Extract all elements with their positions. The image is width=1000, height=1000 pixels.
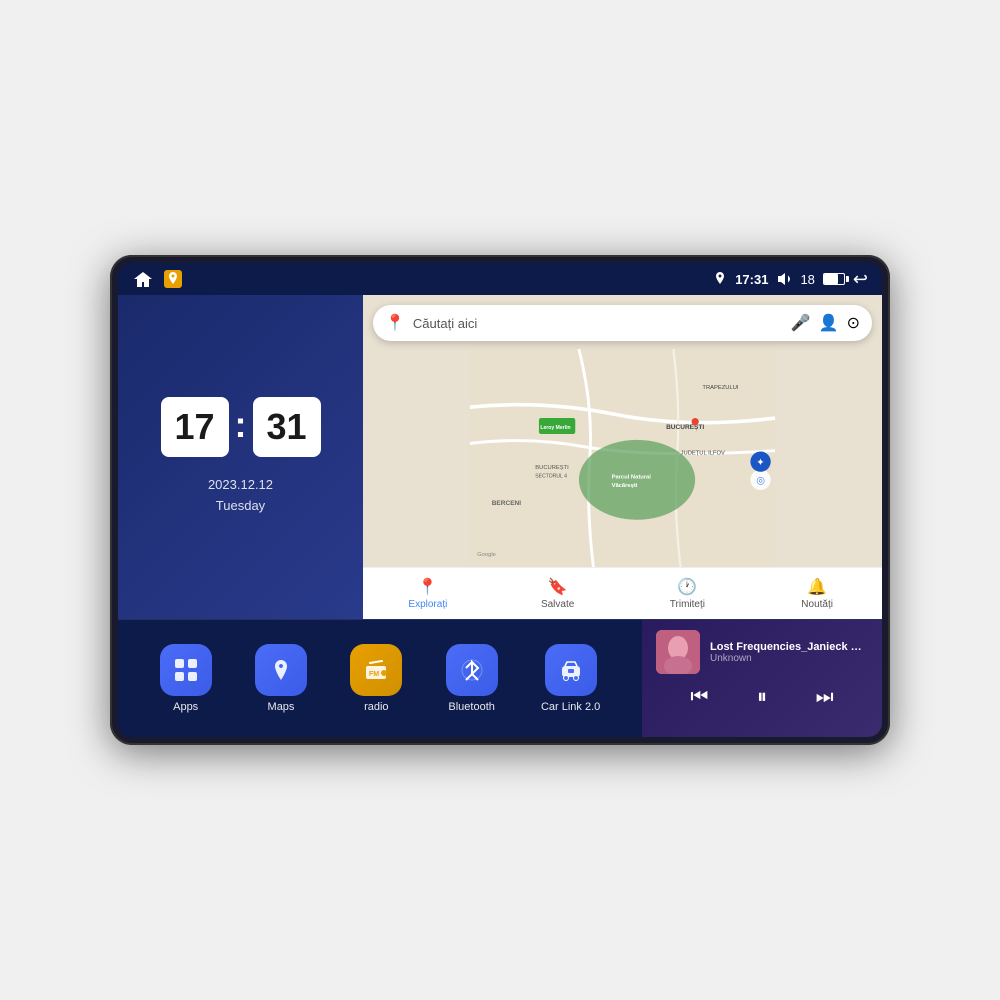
clock-panel: 17 : 31 2023.12.12 Tuesday [118,295,363,619]
carlink-icon [545,644,597,696]
carlink-label: Car Link 2.0 [541,701,600,713]
clock-hours: 17 [161,397,229,457]
clock-minutes: 31 [253,397,321,457]
saved-icon: 🔖 [548,577,568,597]
svg-text:Leroy Merlin: Leroy Merlin [540,425,570,431]
svg-text:TRAPEZULUI: TRAPEZULUI [702,385,738,391]
device-body: 17:31 18 ↩ 17 [110,255,890,745]
clock-date-value: 2023.12.12 [208,475,273,496]
clock-colon: : [235,404,247,446]
music-panel: Lost Frequencies_Janieck Devy-... Unknow… [642,620,882,737]
battery-icon [823,273,845,285]
map-search-text[interactable]: Căutați aici [413,316,783,331]
music-title: Lost Frequencies_Janieck Devy-... [710,641,868,653]
svg-text:JUDEȚUL ILFOV: JUDEȚUL ILFOV [681,450,725,456]
music-playpause-button[interactable]: ⏸ [757,686,767,709]
apps-icon [160,644,212,696]
svg-text:BUCUREȘTI: BUCUREȘTI [535,465,569,471]
music-thumbnail [656,630,700,674]
news-icon: 🔔 [807,577,827,597]
maps-icon [255,644,307,696]
main-content: 17 : 31 2023.12.12 Tuesday 📍 Căutați aic… [118,295,882,737]
back-button[interactable]: ↩ [853,269,868,290]
home-icon[interactable] [132,270,154,288]
map-pin-icon: 📍 [385,313,405,333]
svg-text:BERCENI: BERCENI [492,500,522,507]
clock-day-value: Tuesday [208,496,273,517]
explore-icon: 📍 [418,577,438,597]
app-item-apps[interactable]: Apps [160,644,212,713]
maps-status-icon [164,270,182,288]
bottom-section: Apps Maps [118,619,882,737]
radio-icon: FM [350,644,402,696]
top-section: 17 : 31 2023.12.12 Tuesday 📍 Căutați aic… [118,295,882,619]
app-item-carlink[interactable]: Car Link 2.0 [541,644,600,713]
clock-display: 17 : 31 [161,397,321,457]
share-label: Trimiteți [670,599,705,610]
map-search-bar[interactable]: 📍 Căutați aici 🎤 👤 ⊙ [373,305,872,341]
clock-date: 2023.12.12 Tuesday [208,475,273,517]
gps-icon [713,272,727,286]
status-bar: 17:31 18 ↩ [118,263,882,295]
music-prev-button[interactable]: ⏮ [690,686,708,709]
svg-text:Google: Google [477,552,496,558]
voice-search-icon[interactable]: 🎤 [791,313,811,333]
svg-text:BUCUREȘTI: BUCUREȘTI [666,424,704,431]
map-bottom-nav: 📍 Explorați 🔖 Salvate 🕐 Trimiteți � [363,567,882,619]
status-time: 17:31 [735,272,768,287]
svg-text:SECTORUL 4: SECTORUL 4 [535,474,567,480]
map-nav-share[interactable]: 🕐 Trimiteți [623,577,753,610]
radio-label: radio [364,701,388,713]
account-icon[interactable]: 👤 [819,313,839,333]
news-label: Noutăți [801,599,833,610]
device-screen: 17:31 18 ↩ 17 [118,263,882,737]
music-text: Lost Frequencies_Janieck Devy-... Unknow… [710,641,868,664]
apps-label: Apps [173,701,198,713]
bluetooth-icon-app [446,644,498,696]
bluetooth-label: Bluetooth [448,701,494,713]
apps-panel: Apps Maps [118,620,642,737]
svg-text:Văcărești: Văcărești [612,483,638,489]
music-next-button[interactable]: ⏭ [816,686,834,709]
explore-label: Explorați [408,599,447,610]
maps-label: Maps [268,701,295,713]
map-panel: 📍 Căutați aici 🎤 👤 ⊙ [363,295,882,619]
map-search-icons: 🎤 👤 ⊙ [791,313,860,333]
svg-text:✦: ✦ [756,457,765,468]
music-artist: Unknown [710,653,868,664]
layers-icon[interactable]: ⊙ [847,313,860,333]
volume-icon [776,272,792,286]
svg-text:FM: FM [369,671,379,678]
map-nav-news[interactable]: 🔔 Noutăți [752,577,882,610]
saved-label: Salvate [541,599,574,610]
share-icon: 🕐 [677,577,697,597]
music-controls: ⏮ ⏸ ⏭ [656,682,868,713]
app-item-radio[interactable]: FM radio [350,644,402,713]
svg-text:◎: ◎ [756,475,765,486]
map-nav-explore[interactable]: 📍 Explorați [363,577,493,610]
status-right: 17:31 18 ↩ [713,269,868,290]
svg-text:Parcul Natural: Parcul Natural [612,474,652,480]
status-left [132,270,182,288]
app-item-maps[interactable]: Maps [255,644,307,713]
map-content-area: Parcul Natural Văcărești Leroy Merlin BE… [363,349,882,567]
map-nav-saved[interactable]: 🔖 Salvate [493,577,623,610]
signal-level: 18 [800,272,814,287]
music-info: Lost Frequencies_Janieck Devy-... Unknow… [656,630,868,674]
app-item-bluetooth[interactable]: Bluetooth [446,644,498,713]
